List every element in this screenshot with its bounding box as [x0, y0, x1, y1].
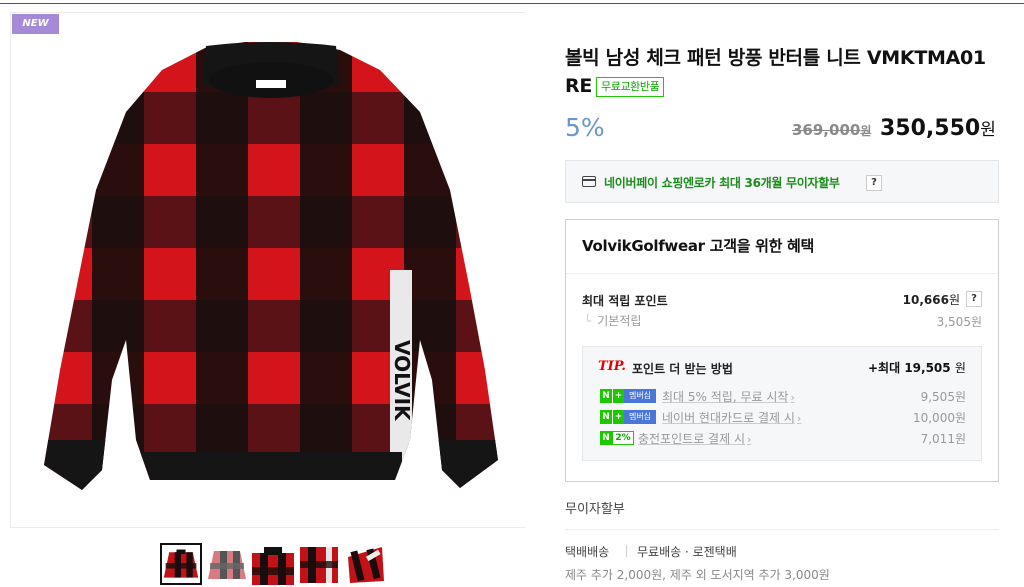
npay-installment-text: 네이버페이 쇼핑엔로카 최대 36개월 무이자할부	[604, 176, 840, 190]
tip-link-text: 네이버 현대카드로 결제 시	[662, 411, 795, 425]
discount-rate: 5%	[565, 113, 605, 142]
badge-membership: 멤버십	[624, 389, 656, 403]
thumbnail-2[interactable]	[206, 543, 248, 585]
naver-plus-membership-badge: N + 멤버십	[600, 389, 656, 403]
final-price-value: 350,550	[880, 116, 981, 141]
product-title: 볼빅 남성 체크 패턴 방풍 반터틀 니트 VMKTMA01 RE 무료교환반품	[565, 44, 1005, 100]
npay-help-icon[interactable]: ?	[866, 175, 882, 191]
naver-2pct-badge: N 2%	[600, 431, 634, 445]
max-points-number: 10,666	[902, 293, 949, 307]
max-points-value: 10,666원	[880, 291, 960, 308]
free-exchange-badge: 무료교환반품	[596, 76, 665, 97]
basic-points-value: 3,505원	[936, 315, 982, 329]
badge-n: N	[600, 431, 612, 445]
final-price-unit: 원	[980, 120, 996, 140]
shipping-divider	[565, 529, 999, 530]
tip-total: +최대 19,505 원	[868, 359, 966, 376]
tip-total-prefix: +최대	[868, 361, 901, 375]
shipping-method: 무료배송 · 로젠택배	[637, 545, 737, 559]
chevron-right-icon: ›	[790, 391, 795, 404]
original-price-unit: 원	[860, 124, 872, 138]
chevron-right-icon: ›	[796, 412, 802, 425]
top-divider	[0, 3, 1024, 4]
installment-label: 무이자할부	[565, 502, 625, 517]
tip-total-unit: 원	[954, 361, 966, 375]
shipping-type: 택배배송	[565, 545, 610, 559]
tip-total-value: 19,505	[904, 361, 951, 375]
chevron-right-icon: ›	[747, 433, 752, 446]
tip-mark: TIP.	[598, 359, 626, 374]
benefit-title: VolvikGolfwear 고객을 위한 혜택	[582, 237, 815, 255]
thumbnail-1[interactable]	[160, 543, 202, 585]
shipping-separator	[626, 545, 627, 557]
final-price: 350,550원	[880, 115, 996, 141]
tip-amount: 7,011원	[920, 432, 966, 446]
max-points-help-icon[interactable]: ?	[966, 291, 982, 307]
tip-row-membership[interactable]: N + 멤버십 최대 5% 적립, 무료 시작 › 9,505원	[600, 388, 966, 404]
badge-n: N	[600, 410, 612, 424]
badge-plus: +	[612, 389, 624, 403]
credit-card-icon	[582, 176, 596, 187]
tip-row-charge-points[interactable]: N 2% 충전포인트로 결제 시 › 7,011원	[600, 430, 966, 446]
product-main-image[interactable]: VOLVIK	[40, 40, 502, 502]
badge-membership: 멤버십	[624, 410, 656, 424]
indent-corner-icon: └	[584, 314, 592, 328]
original-price-value: 369,000	[792, 121, 861, 139]
thumbnail-4[interactable]	[298, 543, 340, 585]
thumbnail-5[interactable]	[344, 543, 386, 585]
max-points-label: 최대 적립 포인트	[582, 294, 668, 308]
badge-plus: +	[612, 410, 624, 424]
tip-amount: 10,000원	[912, 411, 966, 425]
tip-amount: 9,505원	[920, 390, 966, 404]
tip-link-membership[interactable]: 최대 5% 적립, 무료 시작 ›	[662, 388, 795, 405]
thumbnail-strip	[160, 543, 386, 585]
shipping-extra-fee: 제주 추가 2,000원, 제주 외 도서지역 추가 3,000원	[565, 568, 830, 582]
tip-text: 포인트 더 받는 방법	[632, 362, 733, 376]
thumbnail-3[interactable]	[252, 543, 294, 585]
new-badge: NEW	[12, 14, 59, 34]
original-price: 369,000원	[792, 121, 871, 139]
tip-link-text: 최대 5% 적립, 무료 시작	[662, 390, 789, 404]
tip-link-card[interactable]: 네이버 현대카드로 결제 시 ›	[662, 409, 801, 426]
svg-text:VOLVIK: VOLVIK	[390, 340, 414, 422]
tip-row-card[interactable]: N + 멤버십 네이버 현대카드로 결제 시 › 10,000원	[600, 409, 966, 425]
tip-link-text: 충전포인트로 결제 시	[638, 432, 745, 446]
tip-link-charge-points[interactable]: 충전포인트로 결제 시 ›	[638, 430, 751, 447]
benefit-divider	[566, 273, 998, 274]
basic-points-label: └ 기본적립	[584, 312, 641, 329]
max-points-unit: 원	[948, 293, 960, 307]
naver-plus-membership-badge: N + 멤버십	[600, 410, 656, 424]
basic-points-label-text: 기본적립	[597, 314, 642, 328]
badge-percent: 2%	[612, 431, 634, 445]
badge-n: N	[600, 389, 612, 403]
